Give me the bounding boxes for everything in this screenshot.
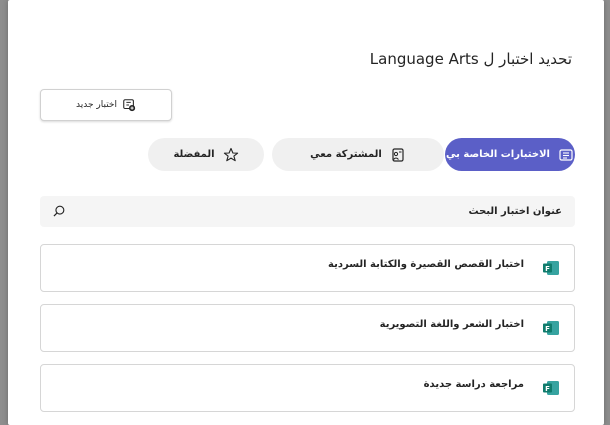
- quiz-list-item[interactable]: F اختبار الشعر واللغة التصويرية: [40, 304, 575, 352]
- tab-shared-with-me[interactable]: المشتركة معي: [272, 138, 444, 171]
- select-quiz-dialog: تحديد اختبار ل Language Arts اختبار جديد…: [8, 0, 604, 425]
- dialog-title: تحديد اختبار ل Language Arts: [369, 50, 572, 68]
- search-icon: [53, 205, 65, 217]
- search-box: [40, 196, 575, 227]
- svg-text:F: F: [545, 385, 550, 393]
- svg-text:F: F: [545, 325, 550, 333]
- quiz-title: اختبار القصص القصيرة والكتابة السردية: [328, 259, 524, 270]
- quiz-list-item[interactable]: F مراجعة دراسة جديدة: [40, 364, 575, 412]
- svg-text:F: F: [545, 265, 550, 273]
- quiz-title: مراجعة دراسة جديدة: [423, 379, 524, 390]
- tab-favorites[interactable]: المفضلة: [148, 138, 264, 171]
- tab-my-quizzes[interactable]: الاختبارات الخاصة بي: [445, 138, 575, 171]
- forms-icon: F: [543, 381, 559, 395]
- shared-folder-icon: [392, 147, 404, 162]
- forms-icon: F: [543, 321, 559, 335]
- star-icon: [223, 147, 238, 161]
- tab-shared-label: المشتركة معي: [310, 149, 382, 160]
- search-input[interactable]: [70, 196, 562, 227]
- tab-favorites-label: المفضلة: [173, 149, 215, 160]
- tab-my-quizzes-label: الاختبارات الخاصة بي: [446, 149, 550, 160]
- forms-icon: F: [543, 261, 559, 275]
- quiz-list-item[interactable]: F اختبار القصص القصيرة والكتابة السردية: [40, 244, 575, 292]
- new-quiz-button[interactable]: اختبار جديد: [40, 89, 172, 121]
- new-quiz-icon: [123, 99, 136, 112]
- new-quiz-label: اختبار جديد: [76, 100, 117, 110]
- quiz-list-icon: [559, 148, 573, 161]
- quiz-title: اختبار الشعر واللغة التصويرية: [379, 319, 524, 330]
